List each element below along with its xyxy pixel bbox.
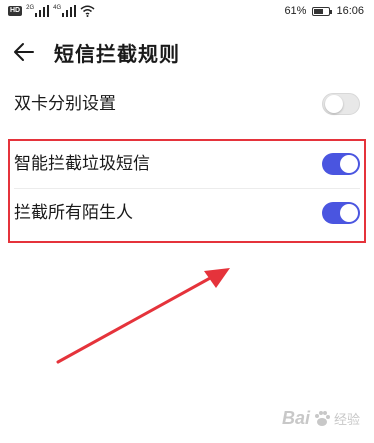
status-right: 61% 16:06 — [284, 3, 364, 19]
watermark: Bai 经验 — [282, 408, 360, 429]
clock: 16:06 — [336, 5, 364, 17]
arrow-line — [56, 275, 214, 364]
back-button[interactable] — [9, 37, 39, 67]
toggle-knob — [325, 95, 343, 113]
network-type-2: 4G — [53, 5, 62, 11]
wifi-icon — [80, 5, 95, 17]
annotation-highlight-box — [8, 139, 366, 243]
battery-percent: 61% — [284, 5, 307, 17]
signal-1: 2G — [26, 5, 50, 17]
watermark-brand: Bai — [281, 408, 310, 428]
signal-icon — [62, 5, 77, 17]
network-type-1: 2G — [26, 5, 35, 11]
signal-2: 4G — [53, 5, 77, 17]
setting-row-dual-sim[interactable]: 双卡分别设置 — [0, 80, 374, 128]
arrow-head — [204, 268, 230, 288]
setting-label: 双卡分别设置 — [14, 94, 116, 114]
hd-badge: HD — [8, 6, 23, 16]
signal-icon — [35, 5, 50, 17]
status-bar: HD 2G 4G 61% 16:06 — [0, 0, 374, 22]
arrow-left-icon — [14, 43, 34, 61]
dual-sim-toggle[interactable] — [322, 93, 360, 115]
battery-fill — [314, 8, 323, 14]
page-title: 短信拦截规则 — [54, 41, 180, 66]
battery-icon — [312, 6, 333, 16]
paw-icon — [314, 410, 330, 426]
status-left: HD 2G 4G — [8, 4, 95, 18]
header: 短信拦截规则 — [0, 30, 374, 74]
watermark-sub: 经验 — [333, 412, 360, 427]
